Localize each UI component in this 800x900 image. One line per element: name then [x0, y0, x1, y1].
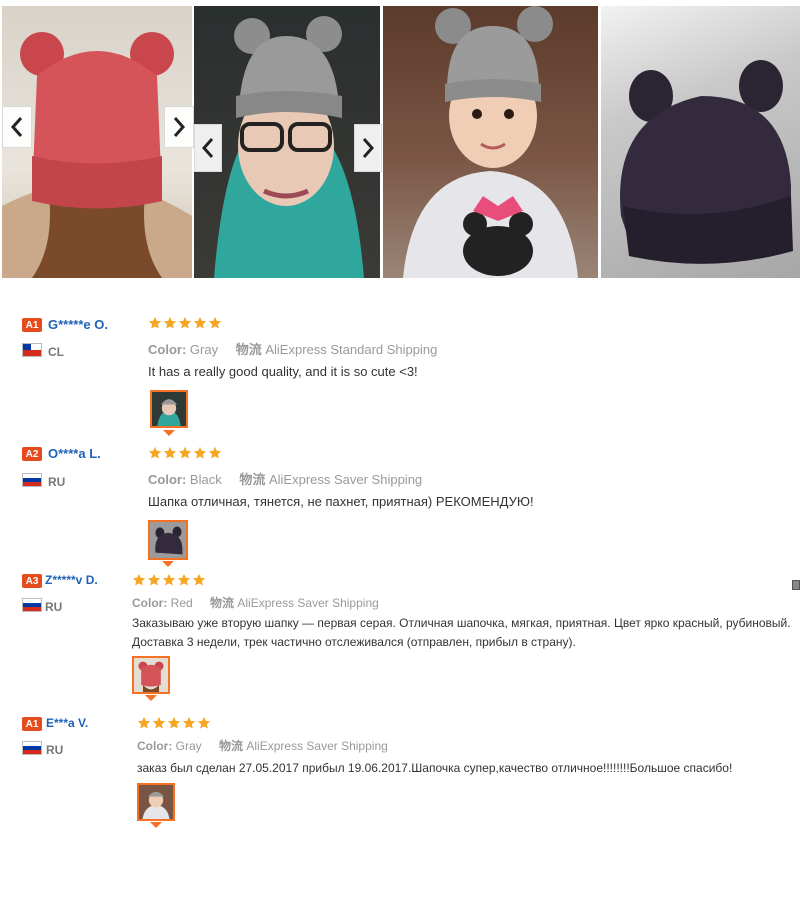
color-label: Color: [132, 596, 168, 610]
chevron-left-icon [201, 138, 214, 158]
gray-hat-child-photo[interactable] [383, 6, 598, 278]
logistics-label: 物流 [235, 342, 262, 357]
review-photo-thumbnail[interactable] [132, 656, 170, 694]
order-info: Color: Gray 物流 AliExpress Standard Shipp… [148, 339, 437, 358]
buyer-level-badge: A2 [22, 447, 42, 461]
review-text: It has a really good quality, and it is … [148, 364, 418, 379]
country-flag-icon [22, 598, 42, 612]
order-info: Color: Gray 物流 AliExpress Saver Shipping [137, 737, 388, 754]
reviewer-country: RU [48, 475, 66, 489]
reviewer-name[interactable]: Z*****v D. [45, 573, 98, 587]
thumbnail-pointer [150, 822, 162, 828]
color-value: Gray [175, 739, 202, 753]
chevron-right-icon [362, 138, 375, 158]
chevron-left-icon [10, 117, 23, 137]
star-rating [148, 446, 222, 460]
star-icon [132, 573, 146, 586]
scrollbar-thumb[interactable] [792, 580, 800, 590]
reviewer-country: RU [46, 743, 64, 757]
star-icon [148, 446, 162, 459]
star-icon [148, 316, 162, 329]
star-icon [192, 573, 206, 586]
color-label: Color: [148, 472, 187, 487]
order-info: Color: Red 物流 AliExpress Saver Shipping [132, 594, 379, 611]
logistics-label: 物流 [239, 472, 266, 487]
review-photo-thumbnail[interactable] [150, 390, 188, 428]
star-icon [178, 316, 192, 329]
star-icon [193, 446, 207, 459]
country-flag-icon [22, 741, 42, 755]
review-text: заказ был сделан 27.05.2017 прибыл 19.06… [137, 761, 733, 775]
buyer-level-badge: A1 [22, 717, 42, 731]
logistics-label: 物流 [210, 596, 235, 610]
star-icon [182, 716, 196, 729]
chevron-right-icon [173, 117, 186, 137]
shipping-method: AliExpress Saver Shipping [268, 472, 423, 487]
review-text-line: Заказываю уже вторую шапку — первая сера… [132, 616, 791, 630]
shipping-method: AliExpress Saver Shipping [246, 739, 388, 753]
reviewer-country: CL [48, 345, 64, 359]
star-icon [193, 316, 207, 329]
gallery-next-button[interactable] [354, 124, 382, 172]
logistics-label: 物流 [219, 739, 244, 753]
reviewer-name[interactable]: O****a L. [48, 446, 101, 461]
review-photo-thumbnail[interactable] [148, 520, 188, 560]
order-info: Color: Black 物流 AliExpress Saver Shippin… [148, 469, 422, 488]
star-icon [147, 573, 161, 586]
star-rating [132, 573, 206, 587]
thumbnail-pointer [163, 430, 175, 436]
star-icon [137, 716, 151, 729]
color-value: Gray [189, 342, 219, 357]
star-icon [177, 573, 191, 586]
shipping-method: AliExpress Saver Shipping [237, 596, 379, 610]
shipping-method: AliExpress Standard Shipping [265, 342, 438, 357]
star-icon [163, 316, 177, 329]
black-hat-photo[interactable] [601, 6, 800, 278]
gallery-prev-button[interactable] [194, 124, 222, 172]
thumbnail-pointer [162, 561, 174, 567]
product-gallery [0, 0, 800, 280]
buyer-level-badge: A3 [22, 574, 42, 588]
reviewer-country: RU [45, 600, 63, 614]
buyer-level-badge: A1 [22, 318, 42, 332]
color-label: Color: [137, 739, 173, 753]
color-label: Color: [148, 342, 187, 357]
star-icon [208, 316, 222, 329]
star-icon [152, 716, 166, 729]
country-flag-icon [22, 343, 42, 357]
review-text: Заказываю уже вторую шапку — первая сера… [132, 614, 798, 652]
gallery-prev-button[interactable] [2, 106, 32, 148]
star-icon [197, 716, 211, 729]
star-rating [148, 316, 222, 330]
star-icon [167, 716, 181, 729]
reviewer-name[interactable]: E***a V. [46, 716, 88, 730]
color-value: Black [189, 472, 222, 487]
star-icon [178, 446, 192, 459]
star-icon [208, 446, 222, 459]
gallery-next-button[interactable] [164, 106, 194, 148]
thumbnail-pointer [145, 695, 157, 701]
star-icon [163, 446, 177, 459]
review-text-line: Доставка 3 недели, трек частично отслежи… [132, 635, 576, 649]
reviewer-name[interactable]: G*****e O. [48, 317, 108, 332]
star-icon [162, 573, 176, 586]
country-flag-icon [22, 473, 42, 487]
review-photo-thumbnail[interactable] [137, 783, 175, 821]
star-rating [137, 716, 211, 730]
review-text: Шапка отличная, тянется, не пахнет, прия… [148, 494, 534, 509]
color-value: Red [170, 596, 193, 610]
